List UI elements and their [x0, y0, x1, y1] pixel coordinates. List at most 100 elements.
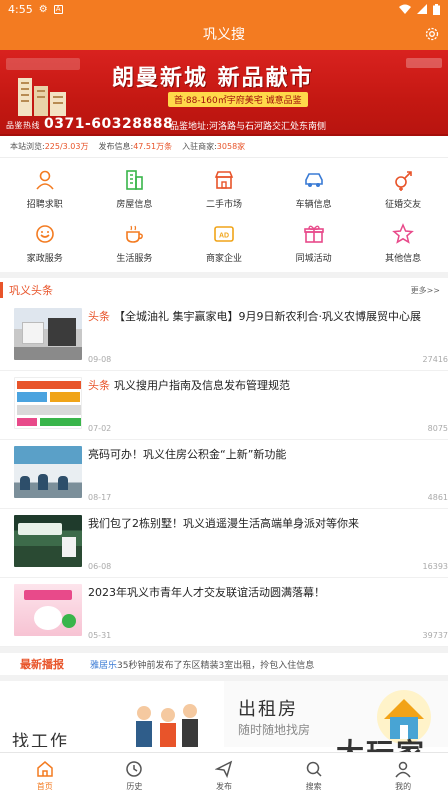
tab-label: 发布 [215, 781, 232, 791]
settings-notification-icon: ⚙ [38, 3, 48, 15]
status-bar: 4:55 ⚙ A [0, 0, 448, 18]
stat-visits: 本站浏览:225/3.03万 [10, 141, 88, 152]
cup-icon [126, 225, 144, 243]
page-title: 巩义搜 [203, 27, 245, 43]
category-events[interactable]: 同城活动 [269, 218, 359, 268]
category-label: 招聘求职 [26, 200, 63, 210]
banner-subline: 首·88-160㎡宇府美宅 诚意品鉴 [168, 92, 308, 107]
news-tag: 头条 [88, 379, 110, 392]
banner-phone-number: 0371-60328888 [44, 116, 174, 132]
news-title: 【全城油礼 集宇赢家电】9月9日新农利合·巩义农博展贸中心展 [114, 310, 421, 323]
home-icon [37, 760, 53, 777]
news-views: 16393 [422, 562, 448, 571]
stat-posts: 发布信息:47.51万条 [98, 141, 172, 152]
app-header: 巩义搜 [0, 18, 448, 50]
news-tag: 头条 [88, 310, 110, 323]
tab-publish[interactable]: 发布 [179, 753, 269, 798]
svg-text:AD: AD [219, 233, 229, 240]
news-item[interactable]: 头条 【全城油礼 集宇赢家电】9月9日新农利合·巩义农博展贸中心展 09-08 27… [0, 302, 448, 371]
headlines-list: 头条 【全城油礼 集宇赢家电】9月9日新农利合·巩义农博展贸中心展 09-08 27… [0, 302, 448, 647]
rental-promo-subtitle: 随时随地找房 [238, 723, 311, 737]
tab-label: 搜索 [305, 781, 322, 791]
search-icon [306, 761, 322, 777]
stat-merchants: 入驻商家:3058家 [182, 141, 245, 152]
banner-slogan: 朗曼新城 新品献市 [112, 66, 314, 91]
promo-banner[interactable]: 朗曼新城 新品献市 首·88-160㎡宇府美宅 诚意品鉴 品鉴热线 0371-60… [0, 50, 448, 136]
ticker-label: 最新播报 [20, 658, 64, 671]
news-views: 39737 [422, 631, 448, 640]
user-icon [395, 761, 411, 777]
stat-merchants-label: 入驻商家: [182, 142, 217, 151]
category-label: 其他信息 [385, 254, 422, 264]
news-item[interactable]: 头条 巩义搜用户指南及信息发布管理规范 07-02 8075 [0, 371, 448, 440]
category-label: 车辆信息 [295, 200, 332, 210]
category-housing[interactable]: 房屋信息 [90, 164, 180, 214]
news-thumbnail [14, 308, 82, 360]
stat-posts-value: 47.51万条 [133, 142, 173, 151]
category-label: 生活服务 [116, 254, 153, 264]
news-date: 05-31 [88, 631, 112, 640]
gift-icon [303, 225, 324, 243]
send-icon [214, 760, 233, 778]
job-promo-card[interactable]: 找工作 [0, 681, 222, 747]
wifi-icon [399, 4, 411, 14]
tab-label: 历史 [126, 781, 143, 791]
bottom-tab-bar: 首页 历史 发布 搜索 我的 [0, 752, 448, 798]
category-dating[interactable]: 征婚交友 [358, 164, 448, 214]
gender-icon [395, 171, 412, 191]
headlines-header: 巩义头条 更多>> [0, 278, 448, 302]
news-thumbnail [14, 377, 82, 429]
news-title: 我们包了2栋别墅！巩义逍遥漫生活高端单身派对等你来 [88, 517, 359, 530]
news-date: 06-08 [88, 562, 112, 571]
banner-phone: 品鉴热线 0371-60328888 [6, 116, 173, 132]
tab-history[interactable]: 历史 [90, 753, 180, 798]
category-business[interactable]: AD 商家企业 [179, 218, 269, 268]
stat-posts-label: 发布信息: [98, 142, 134, 151]
tab-search[interactable]: 搜索 [269, 753, 359, 798]
category-life-services[interactable]: 生活服务 [90, 218, 180, 268]
rental-promo-title: 出租房 [238, 699, 298, 720]
news-thumbnail [14, 584, 82, 636]
category-vehicles[interactable]: 车辆信息 [269, 164, 359, 214]
ad-icon: AD [214, 226, 234, 242]
category-label: 二手市场 [205, 200, 242, 210]
category-label: 同城活动 [295, 254, 332, 264]
category-other[interactable]: 其他信息 [358, 218, 448, 268]
people-illustration [136, 704, 198, 747]
news-date: 08-17 [88, 493, 112, 502]
battery-icon [433, 3, 440, 15]
gear-icon[interactable] [424, 26, 440, 42]
tab-profile[interactable]: 我的 [358, 753, 448, 798]
category-jobs[interactable]: 招聘求职 [0, 164, 90, 214]
job-promo-title: 找工作 [12, 732, 69, 747]
app-notification-icon: A [53, 4, 63, 14]
category-label: 商家企业 [205, 254, 242, 264]
news-item[interactable]: 我们包了2栋别墅！巩义逍遥漫生活高端单身派对等你来 06-08 16393 [0, 509, 448, 578]
brand-logo [6, 58, 80, 70]
stat-visits-label: 本站浏览: [10, 142, 45, 151]
person-icon [36, 170, 54, 190]
service-icon [35, 225, 54, 243]
news-item[interactable]: 亮码可办！巩义住房公积金“上新”新功能 08-17 4861 [0, 440, 448, 509]
category-grid: 招聘求职 房屋信息 二手市场 车辆信息 征婚交友 家政服务 生活服务 AD 商家… [0, 158, 448, 272]
status-time: 4:55 [8, 2, 33, 16]
shop-icon [214, 171, 234, 189]
news-title: 亮码可办！巩义住房公积金“上新”新功能 [88, 448, 287, 461]
tab-home[interactable]: 首页 [0, 753, 90, 798]
car-icon [304, 173, 323, 187]
signal-icon [417, 4, 427, 14]
more-link[interactable]: 更多>> [411, 285, 440, 296]
news-thumbnail [14, 446, 82, 498]
banner-corner-logo [406, 58, 442, 68]
news-title: 巩义搜用户指南及信息发布管理规范 [114, 379, 290, 392]
tab-label: 我的 [395, 781, 412, 791]
latest-ticker[interactable]: 最新播报 雅居乐35秒钟前发布了东区精装3室出租，拎包入住信息 [0, 647, 448, 681]
news-title: 2023年巩义市青年人才交友联谊活动圆满落幕！ [88, 586, 325, 599]
category-label: 征婚交友 [385, 200, 422, 210]
category-secondhand[interactable]: 二手市场 [179, 164, 269, 214]
category-housekeeping[interactable]: 家政服务 [0, 218, 90, 268]
building-icon [126, 170, 144, 190]
news-views: 4861 [427, 493, 448, 502]
news-item[interactable]: 2023年巩义市青年人才交友联谊活动圆满落幕！ 05-31 39737 [0, 578, 448, 647]
ticker-text: 35秒钟前发布了东区精装3室出租，拎包入住信息 [117, 660, 315, 671]
